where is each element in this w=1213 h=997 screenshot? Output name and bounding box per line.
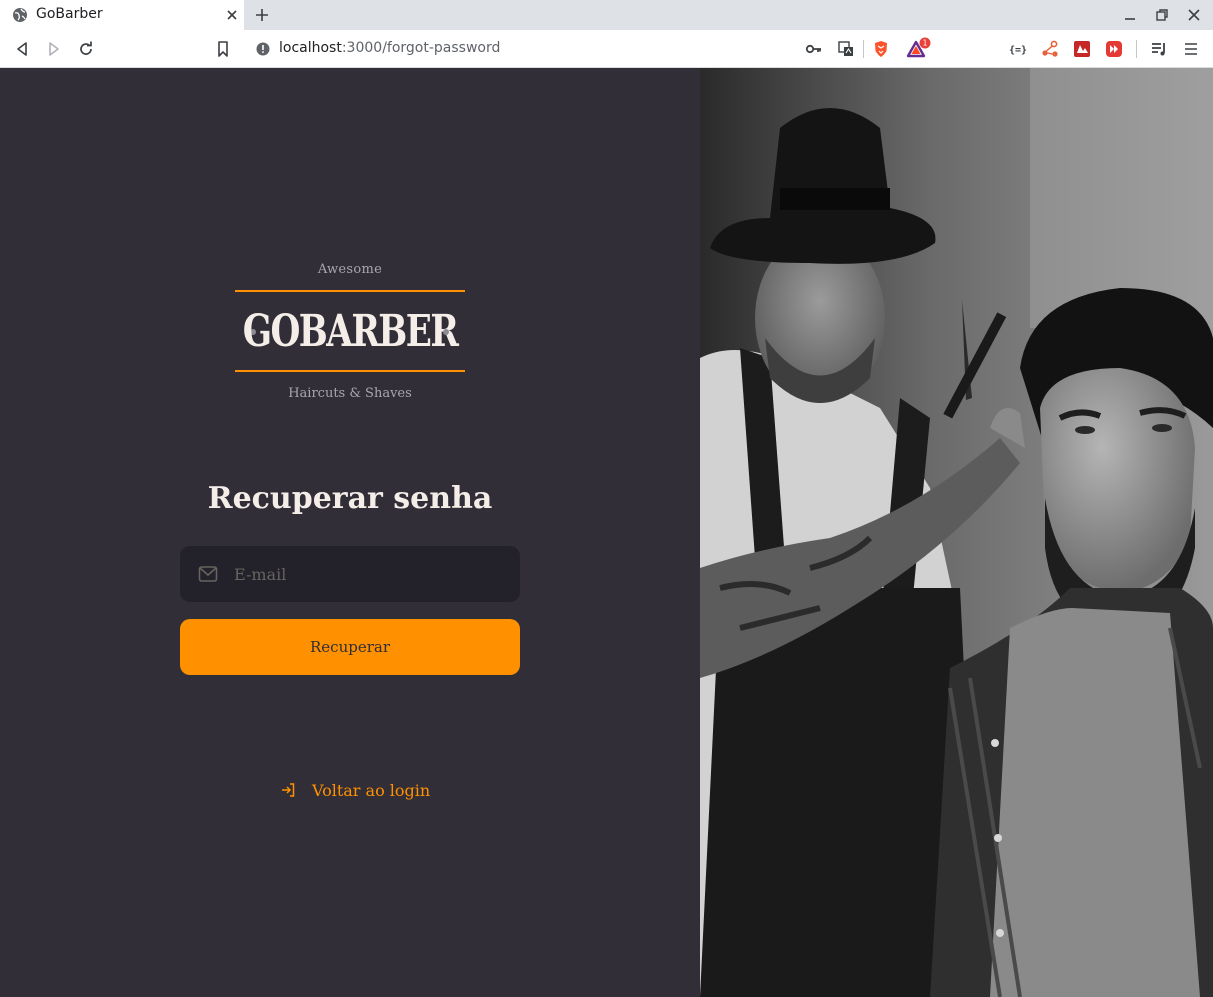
- close-window-icon[interactable]: [1185, 6, 1203, 24]
- logo-tagline-top: Awesome: [317, 262, 383, 277]
- media-playlist-icon[interactable]: [1149, 39, 1169, 59]
- menu-icon[interactable]: [1181, 39, 1201, 59]
- network-graph-icon[interactable]: [1040, 39, 1060, 59]
- toolbar-divider: [863, 40, 864, 58]
- toolbar-divider: [1136, 40, 1137, 58]
- forward-arrow-icon[interactable]: [44, 39, 64, 59]
- browser-toolbar: localhost:3000/forgot-password 1 {=}: [0, 30, 1213, 68]
- page: Awesome GOBARBER Haircuts & Shaves Recup…: [0, 68, 1213, 997]
- mail-icon: [198, 566, 218, 582]
- key-icon[interactable]: [804, 39, 824, 59]
- logo-rule-bottom: [235, 370, 465, 372]
- back-arrow-icon[interactable]: [12, 39, 32, 59]
- browser-tab[interactable]: GoBarber: [0, 0, 244, 30]
- new-tab-icon[interactable]: [252, 5, 272, 25]
- tab-strip: GoBarber: [0, 0, 1213, 30]
- logo-rule-top: [235, 290, 465, 292]
- notification-badge: 1: [919, 37, 931, 49]
- email-input[interactable]: [234, 546, 504, 602]
- restore-window-icon[interactable]: [1153, 6, 1171, 24]
- svg-text:1: 1: [923, 39, 928, 48]
- bookmark-icon[interactable]: [213, 39, 233, 59]
- hero-image-panel: [700, 68, 1213, 997]
- email-field-container: [180, 546, 520, 602]
- json-viewer-icon[interactable]: {=}: [1008, 39, 1028, 59]
- tab-title: GoBarber: [36, 6, 103, 22]
- logo-tagline-bottom: Haircuts & Shaves: [288, 386, 412, 401]
- back-to-login-link[interactable]: Voltar ao login: [280, 778, 430, 802]
- svg-text:{=}: {=}: [1009, 45, 1027, 56]
- logo-wordmark: GOBARBER: [242, 306, 459, 357]
- minimize-window-icon[interactable]: [1121, 6, 1139, 24]
- close-tab-icon[interactable]: [222, 5, 242, 25]
- address-bar[interactable]: localhost:3000/forgot-password: [246, 35, 934, 63]
- back-link-label: Voltar ao login: [312, 780, 431, 800]
- brave-shield-icon[interactable]: [871, 39, 891, 59]
- recover-button[interactable]: Recuperar: [180, 619, 520, 675]
- reload-icon[interactable]: [76, 39, 96, 59]
- barber-photo: [700, 68, 1213, 997]
- extension-icon[interactable]: [1072, 39, 1092, 59]
- page-title: Recuperar senha: [207, 481, 493, 516]
- fast-forward-extension-icon[interactable]: [1104, 39, 1124, 59]
- content-panel: Awesome GOBARBER Haircuts & Shaves Recup…: [0, 68, 700, 997]
- log-in-icon: [282, 783, 295, 797]
- logo-dot-right: [443, 329, 449, 335]
- info-icon[interactable]: [256, 42, 270, 56]
- translate-icon[interactable]: [836, 39, 856, 59]
- globe-icon: [13, 8, 27, 22]
- url-text: localhost:3000/forgot-password: [279, 40, 501, 56]
